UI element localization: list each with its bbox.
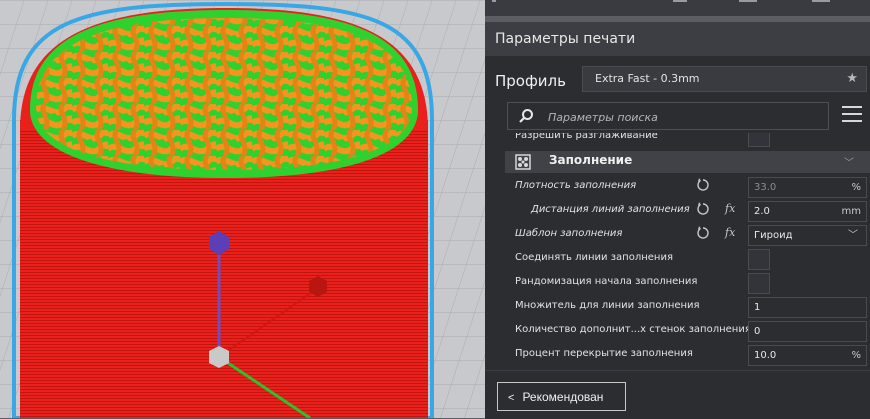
field-value: 33.0 [754,182,777,193]
field-value: Гироид [754,230,793,241]
setting-label: Множитель для линии заполнения [515,300,700,311]
chevron-down-icon: ﹀ [844,158,854,169]
settings-list[interactable]: Разрешить разглаживание Заполнение ﹀ Пло… [485,133,870,369]
infill-pattern-dropdown[interactable]: Гироид ﹀ [748,225,867,246]
field-value: 0 [754,326,761,337]
3d-viewport[interactable] [0,0,485,418]
viewport-scene[interactable] [0,0,485,418]
function-icon: fx [725,226,736,239]
toolbar-fragment [492,0,496,2]
randomize-start-checkbox[interactable] [748,273,770,294]
recommended-label: Рекомендован [522,390,604,404]
setting-row-overlap: Процент перекрытие заполнения 10.0 % [485,344,870,366]
connect-lines-checkbox[interactable] [748,249,770,270]
field-value: 2.0 [754,206,770,217]
reset-icon[interactable] [696,178,710,192]
setting-row-infill-density: Плотность заполнения 33.0 % [485,176,870,198]
profile-row: Профиль Extra Fast - 0.3mm ★ [485,66,870,98]
category-infill-header[interactable]: Заполнение ﹀ [505,151,870,173]
setting-row-connect-lines: Соединять линии заполнения [485,248,870,270]
line-distance-field[interactable]: 2.0 mm [748,201,867,222]
search-input[interactable] [546,106,820,128]
search-row [485,102,870,130]
star-icon[interactable]: ★ [846,67,858,91]
search-box[interactable] [507,102,829,130]
line-multiplier-field[interactable]: 1 [748,297,867,318]
reset-icon[interactable] [696,226,710,240]
field-unit: % [851,350,861,361]
setting-row-ironing: Разрешить разглаживание [485,133,870,148]
menu-icon[interactable] [842,106,862,124]
chevron-down-icon: ﹀ [848,230,858,241]
setting-row-extra-walls: Количество дополнит...х стенок заполнени… [485,320,870,342]
reset-icon[interactable] [696,202,710,216]
setting-row-infill-pattern: Шаблон заполнения fx Гироид ﹀ [485,224,870,246]
panel-footer: < Рекомендован [485,370,870,419]
setting-row-line-multiplier: Множитель для линии заполнения 1 [485,296,870,318]
profile-label: Профиль [495,72,566,90]
setting-row-line-distance: Дистанция линий заполнения fx 2.0 mm [485,200,870,222]
setting-label: Процент перекрытие заполнения [515,348,693,359]
setting-row-randomize-start: Рандомизация начала заполнения [485,272,870,294]
setting-label: Соединять линии заполнения [515,252,673,263]
setting-label: Шаблон заполнения [515,228,623,239]
chevron-left-icon: < [508,392,515,404]
setting-label: Количество дополнит...х стенок заполнени… [515,324,751,335]
setting-label: Плотность заполнения [515,180,637,191]
field-value: 1 [754,302,761,313]
setting-label: Рандомизация начала заполнения [515,276,698,287]
model-infill [36,18,412,170]
recommended-mode-button[interactable]: < Рекомендован [497,382,626,411]
field-unit: mm [841,206,861,217]
toolbar-fragment [739,0,757,2]
panel-title: Параметры печати [485,22,870,56]
category-label: Заполнение [549,153,633,167]
field-unit: % [851,182,861,193]
top-toolbar-strip [485,0,870,16]
search-icon [519,109,533,123]
overlap-field[interactable]: 10.0 % [748,345,867,366]
extra-walls-field[interactable]: 0 [748,321,867,342]
ironing-checkbox[interactable] [748,133,770,147]
function-icon: fx [725,202,736,215]
toolbar-fragment [673,0,687,2]
field-value: 10.0 [754,350,777,361]
profile-dropdown[interactable]: Extra Fast - 0.3mm ★ [582,66,867,92]
infill-category-icon [515,154,531,170]
profile-value: Extra Fast - 0.3mm [595,72,700,85]
setting-label: Дистанция линий заполнения [531,204,690,215]
toolbar-fragment [812,0,830,2]
print-settings-panel: Параметры печати Профиль Extra Fast - 0.… [485,22,870,419]
setting-label: Разрешить разглаживание [515,133,658,141]
infill-density-field[interactable]: 33.0 % [748,177,867,198]
